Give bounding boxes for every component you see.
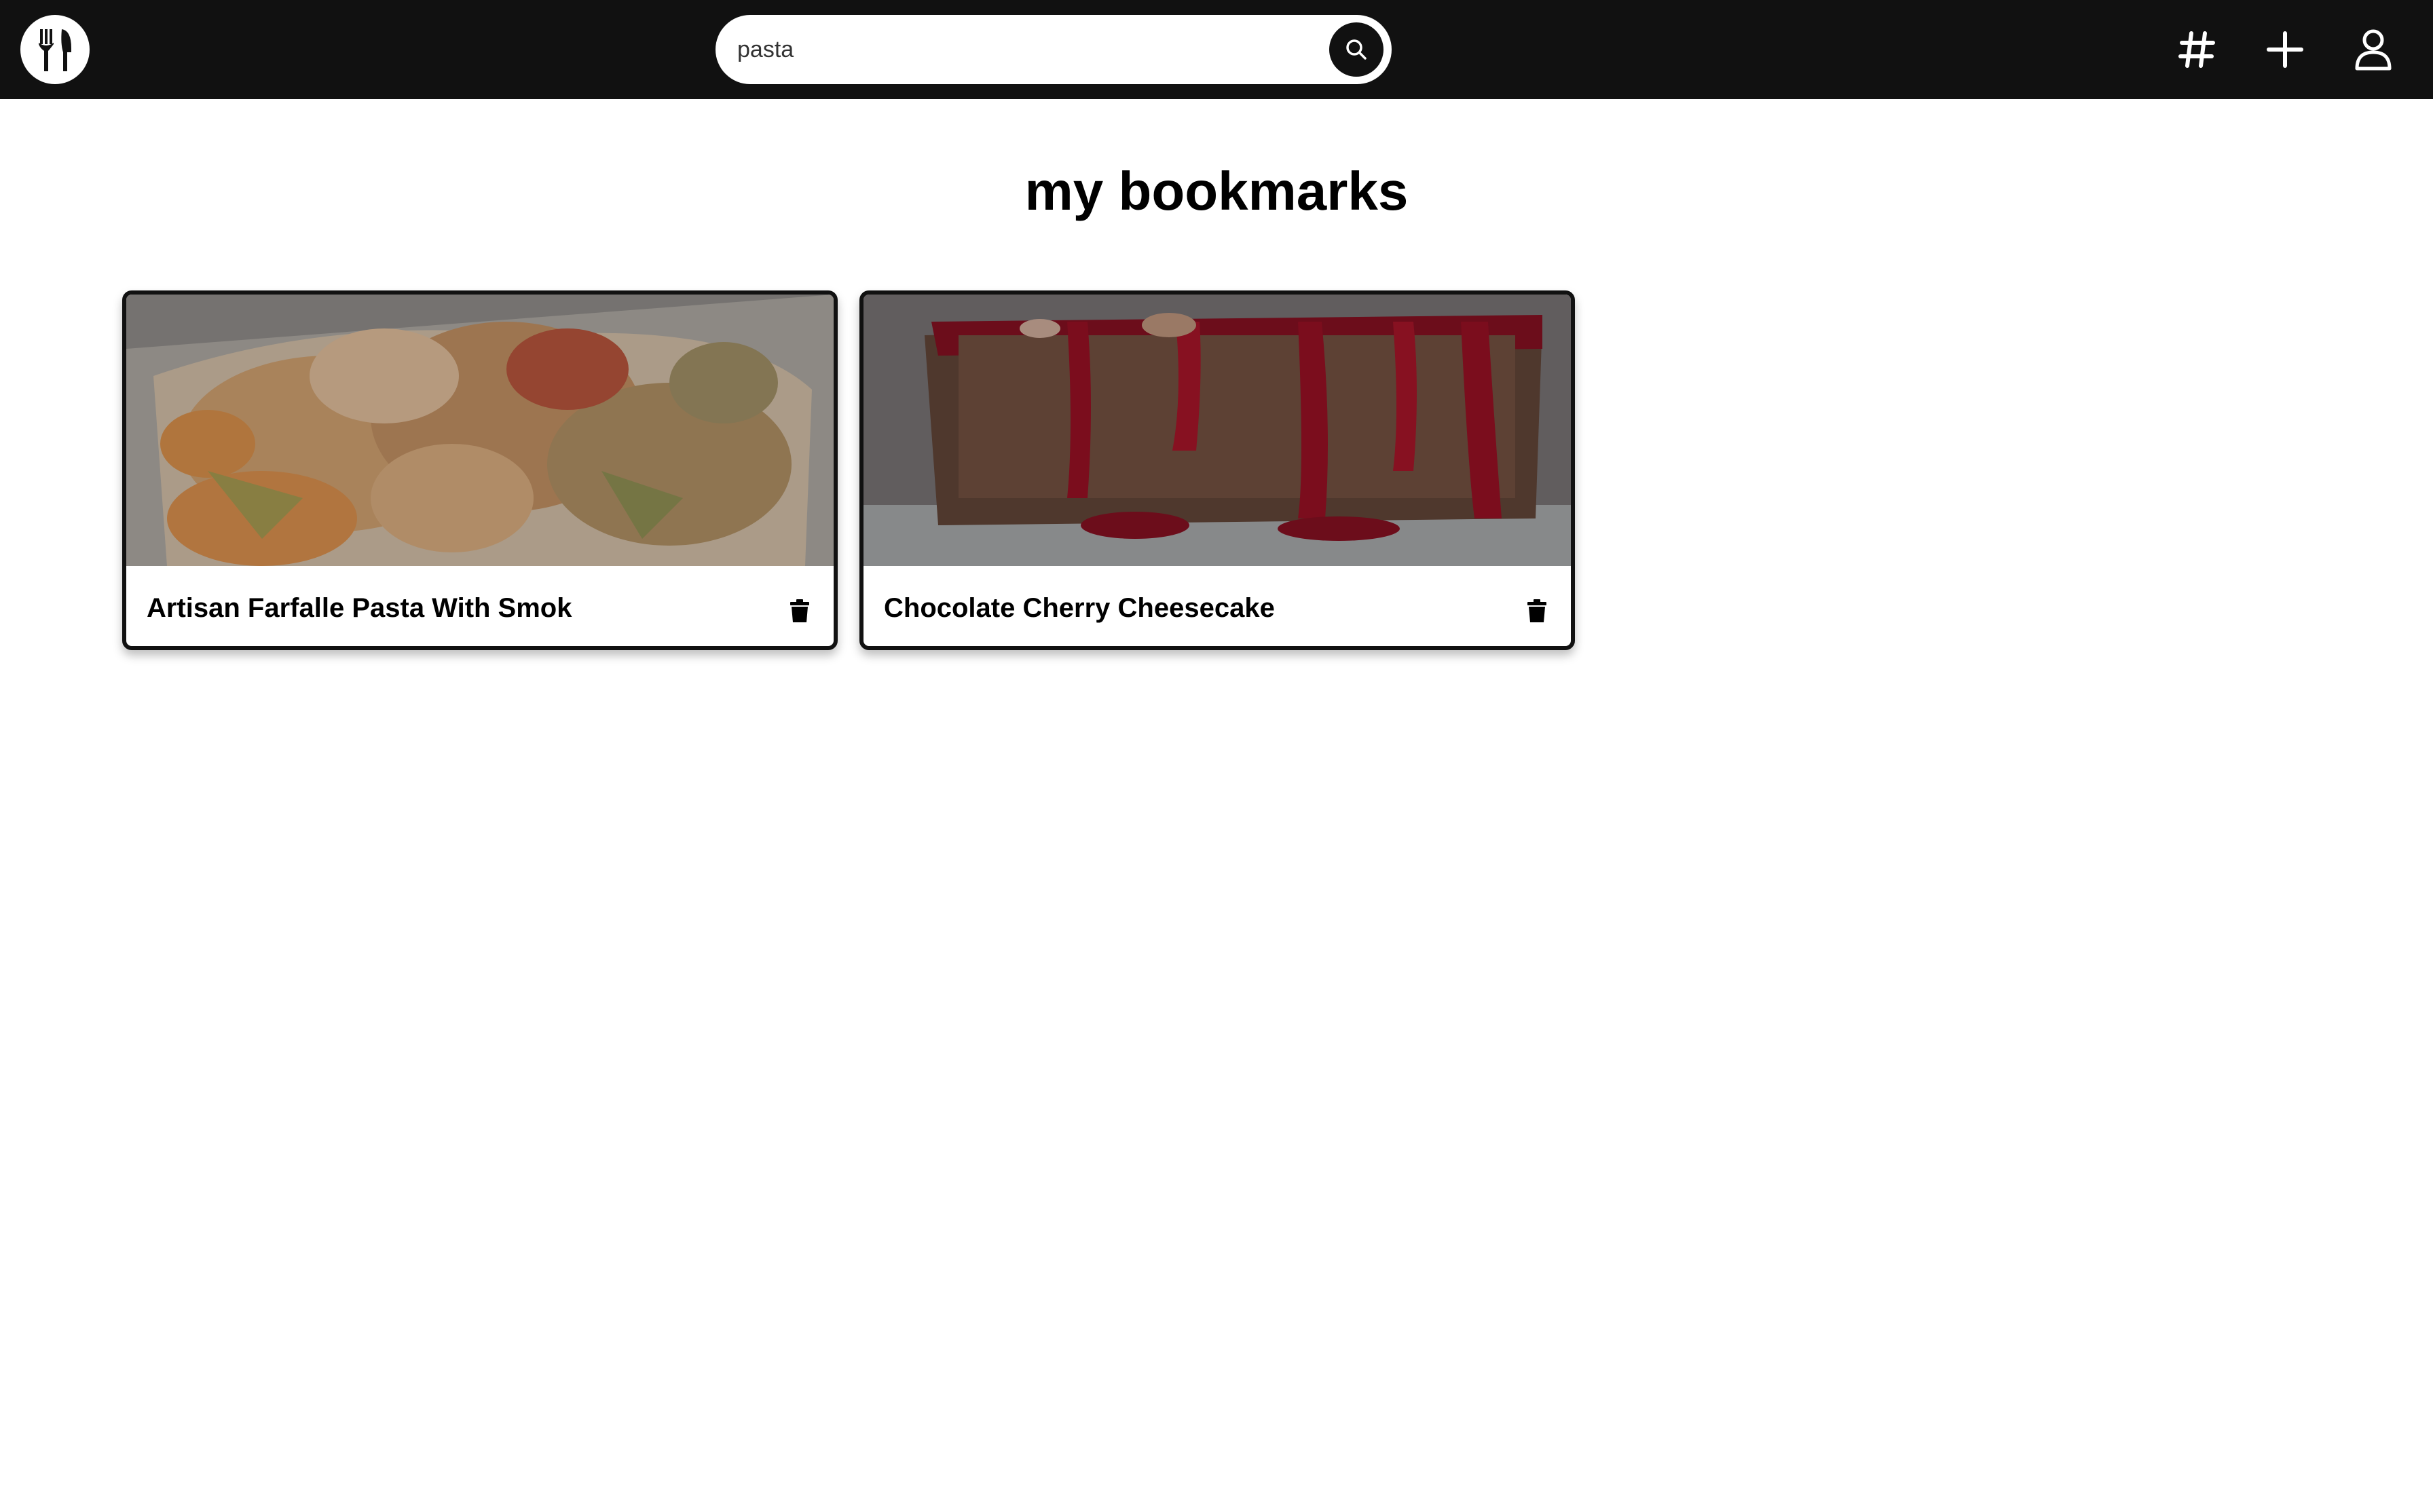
bookmark-card[interactable]: Chocolate Cherry Cheesecake bbox=[859, 290, 1575, 650]
bookmark-title[interactable]: Chocolate Cherry Cheesecake bbox=[884, 593, 1413, 624]
user-icon[interactable] bbox=[2346, 22, 2400, 77]
bookmark-title[interactable]: Artisan Farfalle Pasta With Smok bbox=[147, 593, 676, 624]
trash-icon bbox=[1527, 599, 1546, 622]
search-icon bbox=[1346, 39, 1367, 60]
trash-icon bbox=[790, 599, 809, 622]
delete-bookmark-button[interactable] bbox=[1523, 597, 1550, 624]
search-button[interactable] bbox=[1329, 22, 1383, 77]
bookmark-card[interactable]: Artisan Farfalle Pasta With Smok bbox=[122, 290, 838, 650]
page-title: my bookmarks bbox=[1024, 161, 1409, 221]
hashtag-icon[interactable] bbox=[2170, 22, 2224, 77]
farfalle-pasta-photo bbox=[126, 295, 834, 566]
logo-fork-knife-icon[interactable] bbox=[20, 15, 90, 84]
top-navbar bbox=[0, 0, 2433, 99]
chocolate-cherry-cheesecake-photo bbox=[863, 295, 1571, 566]
plus-icon[interactable] bbox=[2258, 22, 2312, 77]
delete-bookmark-button[interactable] bbox=[786, 597, 813, 624]
search-bar bbox=[716, 15, 1392, 84]
search-input[interactable] bbox=[737, 27, 1294, 72]
